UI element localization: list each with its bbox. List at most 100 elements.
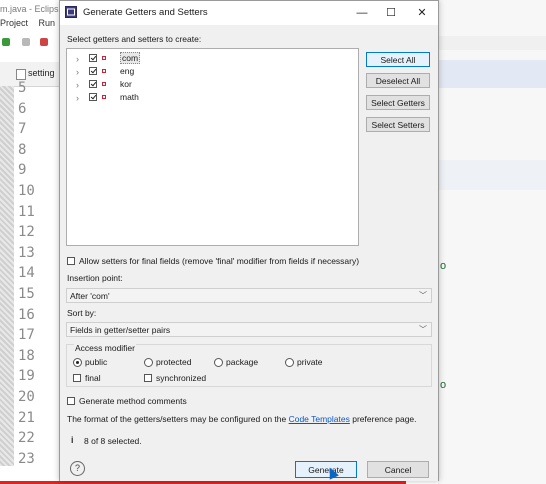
eclipse-menu-bar: Project Run — [0, 18, 63, 28]
line-number: 22 — [18, 430, 35, 447]
format-text-after: preference page. — [349, 414, 417, 424]
line-number: 5 — [18, 80, 27, 96]
generate-getters-setters-dialog: Generate Getters and Setters — ☐ ✕ Selec… — [59, 0, 439, 481]
generate-comments-option[interactable]: Generate method comments — [67, 396, 267, 408]
tree-checkbox[interactable] — [89, 67, 97, 75]
final-checkbox[interactable] — [73, 374, 81, 382]
code-fragment: o — [440, 260, 447, 272]
radio-button[interactable] — [285, 358, 294, 367]
chevron-right-icon[interactable]: › — [76, 93, 79, 103]
format-info-text: The format of the getters/setters may be… — [67, 414, 417, 424]
radio-button[interactable] — [214, 358, 223, 367]
final-label: final — [85, 373, 101, 383]
radio-button[interactable] — [144, 358, 153, 367]
access-modifier-label: Access modifier — [74, 343, 136, 353]
line-number: 18 — [18, 347, 35, 364]
private-field-icon — [102, 82, 106, 86]
line-number: 13 — [18, 244, 35, 261]
line-number: 7 — [18, 121, 27, 138]
insertion-point-select[interactable]: After 'com' ﹀ — [66, 288, 432, 303]
private-field-icon — [102, 69, 106, 73]
line-number: 8 — [18, 141, 27, 158]
line-number: 15 — [18, 285, 35, 302]
generate-comments-label: Generate method comments — [79, 396, 187, 406]
chevron-right-icon[interactable]: › — [76, 54, 79, 64]
eclipse-toolbar — [0, 34, 60, 50]
tree-item-label: kor — [120, 79, 132, 89]
radio-label: public — [85, 357, 108, 367]
chevron-right-icon[interactable]: › — [76, 80, 79, 90]
maximize-button[interactable]: ☐ — [376, 1, 406, 25]
line-number: 23 — [18, 450, 35, 467]
allow-setters-final-checkbox[interactable] — [67, 257, 75, 265]
toolbar-icon[interactable] — [22, 38, 30, 46]
tree-item-com[interactable]: › com — [76, 52, 276, 65]
line-number: 17 — [18, 327, 35, 344]
tree-item-eng[interactable]: › eng — [76, 66, 276, 78]
line-number: 14 — [18, 265, 35, 282]
sort-by-label: Sort by: — [67, 308, 97, 318]
private-field-icon — [102, 56, 106, 60]
format-text-before: The format of the getters/setters may be… — [67, 414, 289, 424]
line-number: 11 — [18, 203, 35, 220]
info-icon: i — [71, 435, 74, 445]
line-number: 9 — [18, 162, 27, 179]
sort-by-select[interactable]: Fields in getter/setter pairs ﹀ — [66, 322, 432, 337]
fields-tree[interactable]: › com › eng › kor › math — [66, 48, 359, 246]
minimize-button[interactable]: — — [347, 1, 377, 25]
synchronized-option[interactable]: synchronized — [144, 373, 234, 385]
eclipse-window-title: m.java - Eclips — [0, 4, 59, 14]
tree-item-math[interactable]: › math — [76, 92, 276, 104]
generate-comments-checkbox[interactable] — [67, 397, 75, 405]
cancel-button[interactable]: Cancel — [367, 461, 429, 478]
synchronized-label: synchronized — [156, 373, 207, 383]
chevron-down-icon: ﹀ — [419, 325, 427, 334]
run-icon[interactable] — [2, 38, 10, 46]
private-field-icon — [102, 95, 106, 99]
menu-project[interactable]: Project — [0, 18, 28, 28]
line-number: 19 — [18, 368, 35, 385]
selection-status: 8 of 8 selected. — [84, 436, 142, 446]
synchronized-checkbox[interactable] — [144, 374, 152, 382]
select-label: Select getters and setters to create: — [67, 34, 202, 44]
select-getters-button[interactable]: Select Getters — [366, 95, 430, 110]
tree-checkbox[interactable] — [89, 93, 97, 101]
editor-gutter — [0, 86, 14, 466]
right-panel-strip — [438, 160, 546, 190]
allow-setters-final-option[interactable]: Allow setters for final fields (remove '… — [67, 256, 433, 268]
insertion-point-label: Insertion point: — [67, 273, 123, 283]
tree-item-kor[interactable]: › kor — [76, 79, 276, 91]
right-tab-strip — [438, 60, 546, 88]
stop-icon[interactable] — [40, 38, 48, 46]
dialog-titlebar[interactable]: Generate Getters and Setters — ☐ ✕ — [60, 1, 438, 25]
select-setters-button[interactable]: Select Setters — [366, 117, 430, 132]
help-icon[interactable]: ? — [70, 461, 85, 476]
tree-checkbox[interactable] — [89, 80, 97, 88]
select-all-button[interactable]: Select All — [366, 52, 430, 67]
tree-item-label: eng — [120, 66, 135, 76]
close-button[interactable]: ✕ — [407, 1, 437, 25]
tree-checkbox[interactable] — [89, 54, 97, 62]
line-number: 16 — [18, 306, 35, 323]
radio-label: protected — [156, 357, 192, 367]
line-number: 6 — [18, 100, 27, 117]
final-option[interactable]: final — [73, 373, 133, 385]
menu-run[interactable]: Run — [39, 18, 56, 28]
tree-item-label: math — [120, 92, 139, 102]
line-number: 12 — [18, 224, 35, 241]
line-number: 10 — [18, 182, 35, 199]
editor-tab[interactable]: setting — [28, 68, 55, 78]
line-number: 21 — [18, 409, 35, 426]
tree-item-label: com — [120, 52, 141, 64]
radio-button[interactable] — [73, 358, 82, 367]
chevron-down-icon: ﹀ — [419, 291, 427, 300]
chevron-right-icon[interactable]: › — [76, 67, 79, 77]
radio-label: package — [226, 357, 259, 367]
code-templates-link[interactable]: Code Templates — [289, 414, 350, 424]
eclipse-app-icon — [65, 6, 77, 18]
insertion-point-value: After 'com' — [70, 291, 110, 301]
line-number: 20 — [18, 388, 35, 405]
deselect-all-button[interactable]: Deselect All — [366, 73, 430, 88]
right-toolbar — [438, 36, 546, 50]
allow-setters-final-label: Allow setters for final fields (remove '… — [79, 256, 360, 266]
